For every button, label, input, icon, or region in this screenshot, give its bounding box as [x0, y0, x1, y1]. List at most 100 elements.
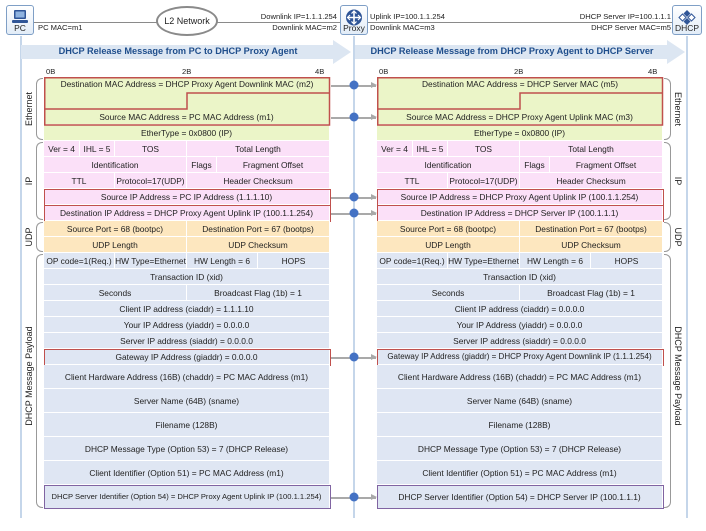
left-eth-type-row: EtherType = 0x0800 (IP) [44, 125, 330, 141]
left-dhcp-row-ciaddr: Client IP address (ciaddr) = 1.1.1.10 [44, 301, 330, 317]
left-ip-tos: TOS [115, 141, 187, 157]
left-dhcp-yiaddr: Your IP Address (yiaddr) = 0.0.0.0 [44, 317, 330, 333]
left-tick-4b: 4B [315, 67, 325, 76]
left-udp-label: UDP [24, 227, 34, 247]
right-ip-row-2: Identification Flags Fragment Offset [377, 157, 663, 173]
left-tick-2b: 2B [182, 67, 192, 76]
left-dhcp-sname: Server Name (64B) (sname) [44, 389, 330, 413]
pc-node[interactable]: PC [6, 5, 34, 35]
right-dhcp-row-yiaddr: Your IP Address (yiaddr) = 0.0.0.0 [377, 317, 663, 333]
left-dhcp-row-file: Filename (128B) [44, 413, 330, 437]
left-ip-brace [36, 142, 43, 220]
right-ip-row-3: TTL Protocol=17(UDP) Header Checksum [377, 173, 663, 189]
left-dhcp-siaddr: Server IP address (siaddr) = 0.0.0.0 [44, 333, 330, 349]
left-dhcp-opt53: DHCP Message Type (Option 53) = 7 (DHCP … [44, 437, 330, 461]
left-ip-protocol: Protocol=17(UDP) [115, 173, 187, 189]
left-banner-title: DHCP Release Message from PC to DHCP Pro… [58, 46, 298, 56]
proxy-lifeline [353, 36, 355, 518]
connector-ip-src-dot [349, 192, 359, 202]
left-dhcp-op: OP code=1(Req.) [44, 253, 115, 269]
right-dhcp-row-opt54: DHCP Server Identifier (Option 54) = DHC… [377, 485, 663, 509]
left-tick-0b: 0B [46, 67, 56, 76]
right-dhcp-label: DHCP Message Payload [673, 326, 683, 426]
left-ip-total-length: Total Length [187, 141, 330, 157]
left-dhcp-opt54: DHCP Server Identifier (Option 54) = DHC… [44, 485, 330, 509]
right-dhcp-flags: Broadcast Flag (1b) = 1 [520, 285, 663, 301]
right-dhcp-sname: Server Name (64B) (sname) [377, 389, 663, 413]
right-dhcp-hlen: HW Length = 6 [520, 253, 591, 269]
right-ip-tos: TOS [448, 141, 520, 157]
right-ethernet-label: Ethernet [673, 91, 683, 127]
right-ip-flags: Flags [520, 157, 550, 173]
left-ip-ver: Ver = 4 [44, 141, 80, 157]
dhcp-lifeline [686, 36, 688, 518]
right-ip-frag-offset: Fragment Offset [550, 157, 663, 173]
left-dhcp-row-opt51: Client Identifier (Option 51) = PC MAC A… [44, 461, 330, 485]
right-ip-src: Source IP Address = DHCP Proxy Agent Upl… [377, 189, 663, 205]
left-eth-mac-outline [44, 77, 331, 126]
right-udp-row-2: UDP Length UDP Checksum [377, 237, 663, 253]
right-dhcp-row-opt51: Client Identifier (Option 51) = PC MAC A… [377, 461, 663, 485]
left-dhcp-file: Filename (128B) [44, 413, 330, 437]
left-udp-checksum: UDP Checksum [187, 237, 330, 253]
right-dhcp-opt53: DHCP Message Type (Option 53) = 7 (DHCP … [377, 437, 663, 461]
left-dhcp-secs: Seconds [44, 285, 187, 301]
left-udp-brace [36, 222, 43, 252]
right-ip-checksum: Header Checksum [520, 173, 663, 189]
right-ip-brace [664, 142, 671, 220]
laptop-icon [12, 10, 28, 23]
proxy-label: Proxy [343, 23, 365, 33]
right-dhcp-row-xid: Transaction ID (xid) [377, 269, 663, 285]
dhcp-label: DHCP [674, 23, 700, 33]
right-udp-label: UDP [673, 227, 683, 247]
pc-mac-label: PC MAC=m1 [38, 23, 83, 32]
connector-ip-dst-dot [349, 208, 359, 218]
right-ip-identification: Identification [377, 157, 520, 173]
left-dhcp-opt51: Client Identifier (Option 51) = PC MAC A… [44, 461, 330, 485]
left-dhcp-flags: Broadcast Flag (1b) = 1 [187, 285, 330, 301]
right-dhcp-row-secs: Seconds Broadcast Flag (1b) = 1 [377, 285, 663, 301]
dhcp-node[interactable]: DHCP [672, 5, 702, 35]
uplink-ip-label: Uplink IP=100.1.1.254 [370, 12, 445, 21]
right-dhcp-file: Filename (128B) [377, 413, 663, 437]
right-dhcp-row-opt53: DHCP Message Type (Option 53) = 7 (DHCP … [377, 437, 663, 461]
left-dhcp-xid: Transaction ID (xid) [44, 269, 330, 285]
right-ip-ihl: IHL = 5 [413, 141, 448, 157]
connector-eth-src-dot [349, 112, 359, 122]
right-ip-total-length: Total Length [520, 141, 663, 157]
right-eth-type: EtherType = 0x0800 (IP) [377, 125, 663, 141]
left-dhcp-row-op: OP code=1(Req.) HW Type=Ethernet HW Leng… [44, 253, 330, 269]
right-eth-mac-outline [377, 77, 664, 126]
right-dhcp-chaddr: Client Hardware Address (16B) (chaddr) =… [377, 365, 663, 389]
right-eth-type-row: EtherType = 0x0800 (IP) [377, 125, 663, 141]
right-dhcp-row-giaddr: Gateway IP Address (giaddr) = DHCP Proxy… [377, 349, 663, 365]
left-dhcp-row-opt53: DHCP Message Type (Option 53) = 7 (DHCP … [44, 437, 330, 461]
pc-lifeline [20, 36, 22, 518]
right-dhcp-xid: Transaction ID (xid) [377, 269, 663, 285]
left-dhcp-brace [36, 254, 43, 508]
right-dhcp-ciaddr: Client IP address (ciaddr) = 0.0.0.0 [377, 301, 663, 317]
right-ip-label: IP [673, 176, 683, 186]
downlink-mac-m3-label: Downlink MAC=m3 [370, 23, 435, 32]
left-dhcp-chaddr: Client Hardware Address (16B) (chaddr) =… [44, 365, 330, 389]
left-udp-src-port: Source Port = 68 (bootpc) [44, 221, 187, 237]
left-ip-src: Source IP Address = PC IP Address (1.1.1… [44, 189, 330, 205]
left-dhcp-row-opt54: DHCP Server Identifier (Option 54) = DHC… [44, 485, 330, 509]
left-ethernet-brace [36, 78, 43, 140]
left-banner-arrow: DHCP Release Message from PC to DHCP Pro… [21, 40, 351, 64]
right-ip-src-row: Source IP Address = DHCP Proxy Agent Upl… [377, 189, 663, 205]
right-ip-ver: Ver = 4 [377, 141, 413, 157]
right-dhcp-htype: HW Type=Ethernet [448, 253, 520, 269]
proxy-node[interactable]: Proxy [340, 5, 368, 35]
right-ip-row-1: Ver = 4 IHL = 5 TOS Total Length [377, 141, 663, 157]
left-dhcp-hops: HOPS [258, 253, 330, 269]
right-dhcp-op: OP code=1(Req.) [377, 253, 448, 269]
right-dhcp-row-ciaddr: Client IP address (ciaddr) = 0.0.0.0 [377, 301, 663, 317]
left-ip-row-1: Ver = 4 IHL = 5 TOS Total Length [44, 141, 330, 157]
downlink-ip-label: Downlink IP=1.1.1.254 [260, 12, 337, 21]
right-dhcp-row-chaddr: Client Hardware Address (16B) (chaddr) =… [377, 365, 663, 389]
connector-eth-dst-dot [349, 80, 359, 90]
right-ip-dst: Destination IP Address = DHCP Server IP … [377, 205, 663, 221]
right-udp-brace [664, 222, 671, 252]
right-ip-protocol: Protocol=17(UDP) [448, 173, 520, 189]
